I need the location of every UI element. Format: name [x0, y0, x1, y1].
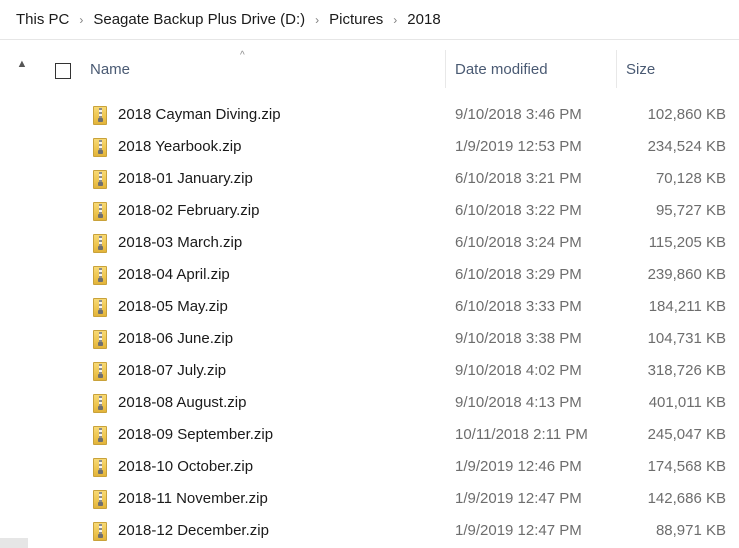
file-name[interactable]: 2018-08 August.zip: [118, 394, 246, 411]
file-size: 245,047 KB: [647, 426, 726, 443]
file-size: 115,205 KB: [648, 234, 726, 251]
zip-archive-icon: [93, 394, 107, 413]
file-row[interactable]: 2018-03 March.zip 6/10/2018 3:24 PM 115,…: [0, 228, 739, 260]
file-size: 184,211 KB: [648, 298, 726, 315]
column-divider[interactable]: [616, 50, 617, 88]
file-size: 174,568 KB: [647, 458, 726, 475]
file-date-modified: 9/10/2018 4:02 PM: [455, 362, 582, 379]
file-row[interactable]: 2018-05 May.zip 6/10/2018 3:33 PM 184,21…: [0, 292, 739, 324]
zip-archive-icon: [93, 202, 107, 221]
file-row[interactable]: 2018-07 July.zip 9/10/2018 4:02 PM 318,7…: [0, 356, 739, 388]
breadcrumb-item-2018[interactable]: 2018: [407, 11, 440, 28]
file-name[interactable]: 2018-03 March.zip: [118, 234, 242, 251]
file-date-modified: 10/11/2018 2:11 PM: [455, 426, 588, 443]
file-date-modified: 1/9/2019 12:47 PM: [455, 490, 582, 507]
zip-archive-icon: [93, 362, 107, 381]
file-row[interactable]: 2018-09 September.zip 10/11/2018 2:11 PM…: [0, 420, 739, 452]
file-date-modified: 6/10/2018 3:33 PM: [455, 298, 582, 315]
column-divider[interactable]: [445, 50, 446, 88]
file-size: 318,726 KB: [647, 362, 726, 379]
file-name[interactable]: 2018 Yearbook.zip: [118, 138, 241, 155]
zip-archive-icon: [93, 490, 107, 509]
file-size: 239,860 KB: [647, 266, 726, 283]
zip-archive-icon: [93, 266, 107, 285]
horizontal-scrollbar[interactable]: [0, 538, 28, 548]
file-row[interactable]: 2018-04 April.zip 6/10/2018 3:29 PM 239,…: [0, 260, 739, 292]
file-name[interactable]: 2018-02 February.zip: [118, 202, 259, 219]
file-name[interactable]: 2018-12 December.zip: [118, 522, 269, 539]
zip-archive-icon: [93, 106, 107, 125]
file-size: 142,686 KB: [647, 490, 726, 507]
zip-archive-icon: [93, 170, 107, 189]
file-date-modified: 9/10/2018 3:38 PM: [455, 330, 582, 347]
breadcrumb: This PC › Seagate Backup Plus Drive (D:)…: [0, 0, 739, 40]
file-size: 401,011 KB: [648, 394, 726, 411]
chevron-up-icon[interactable]: ▲: [16, 58, 28, 70]
file-size: 234,524 KB: [647, 138, 726, 155]
breadcrumb-item-this-pc[interactable]: This PC: [16, 11, 69, 28]
breadcrumb-item-drive[interactable]: Seagate Backup Plus Drive (D:): [93, 11, 305, 28]
column-header-row: ▲ ^ Name Date modified Size: [0, 50, 739, 88]
sort-ascending-icon: ^: [240, 50, 245, 61]
zip-archive-icon: [93, 298, 107, 317]
file-date-modified: 1/9/2019 12:46 PM: [455, 458, 582, 475]
file-name[interactable]: 2018-06 June.zip: [118, 330, 233, 347]
file-row[interactable]: 2018 Yearbook.zip 1/9/2019 12:53 PM 234,…: [0, 132, 739, 164]
file-date-modified: 6/10/2018 3:24 PM: [455, 234, 582, 251]
file-date-modified: 6/10/2018 3:22 PM: [455, 202, 582, 219]
file-date-modified: 6/10/2018 3:29 PM: [455, 266, 582, 283]
file-list: 2018 Cayman Diving.zip 9/10/2018 3:46 PM…: [0, 100, 739, 548]
file-row[interactable]: 2018-12 December.zip 1/9/2019 12:47 PM 8…: [0, 516, 739, 548]
column-header-name[interactable]: Name: [90, 61, 130, 78]
file-size: 95,727 KB: [655, 202, 726, 219]
file-date-modified: 9/10/2018 3:46 PM: [455, 106, 582, 123]
file-date-modified: 1/9/2019 12:53 PM: [455, 138, 582, 155]
column-header-size[interactable]: Size: [626, 61, 655, 78]
file-size: 102,860 KB: [647, 106, 726, 123]
column-header-date-modified[interactable]: Date modified: [455, 61, 548, 78]
zip-archive-icon: [93, 426, 107, 445]
file-name[interactable]: 2018-01 January.zip: [118, 170, 253, 187]
select-all-checkbox[interactable]: [55, 63, 71, 79]
zip-archive-icon: [93, 234, 107, 253]
file-row[interactable]: 2018-01 January.zip 6/10/2018 3:21 PM 70…: [0, 164, 739, 196]
file-name[interactable]: 2018-05 May.zip: [118, 298, 228, 315]
file-size: 70,128 KB: [655, 170, 726, 187]
breadcrumb-item-pictures[interactable]: Pictures: [329, 11, 383, 28]
file-name[interactable]: 2018-04 April.zip: [118, 266, 230, 283]
file-date-modified: 9/10/2018 4:13 PM: [455, 394, 582, 411]
file-row[interactable]: 2018-06 June.zip 9/10/2018 3:38 PM 104,7…: [0, 324, 739, 356]
breadcrumb-separator-icon[interactable]: ›: [79, 13, 83, 27]
file-name[interactable]: 2018-09 September.zip: [118, 426, 273, 443]
file-name[interactable]: 2018-11 November.zip: [118, 490, 268, 507]
breadcrumb-separator-icon[interactable]: ›: [393, 13, 397, 27]
file-row[interactable]: 2018-10 October.zip 1/9/2019 12:46 PM 17…: [0, 452, 739, 484]
file-size: 88,971 KB: [655, 522, 726, 539]
file-row[interactable]: 2018-08 August.zip 9/10/2018 4:13 PM 401…: [0, 388, 739, 420]
file-name[interactable]: 2018-10 October.zip: [118, 458, 253, 475]
file-name[interactable]: 2018-07 July.zip: [118, 362, 226, 379]
file-date-modified: 1/9/2019 12:47 PM: [455, 522, 582, 539]
file-name[interactable]: 2018 Cayman Diving.zip: [118, 106, 281, 123]
breadcrumb-separator-icon[interactable]: ›: [315, 13, 319, 27]
file-row[interactable]: 2018-11 November.zip 1/9/2019 12:47 PM 1…: [0, 484, 739, 516]
file-row[interactable]: 2018 Cayman Diving.zip 9/10/2018 3:46 PM…: [0, 100, 739, 132]
zip-archive-icon: [93, 522, 107, 541]
file-row[interactable]: 2018-02 February.zip 6/10/2018 3:22 PM 9…: [0, 196, 739, 228]
file-date-modified: 6/10/2018 3:21 PM: [455, 170, 582, 187]
zip-archive-icon: [93, 330, 107, 349]
zip-archive-icon: [93, 458, 107, 477]
zip-archive-icon: [93, 138, 107, 157]
file-size: 104,731 KB: [647, 330, 726, 347]
